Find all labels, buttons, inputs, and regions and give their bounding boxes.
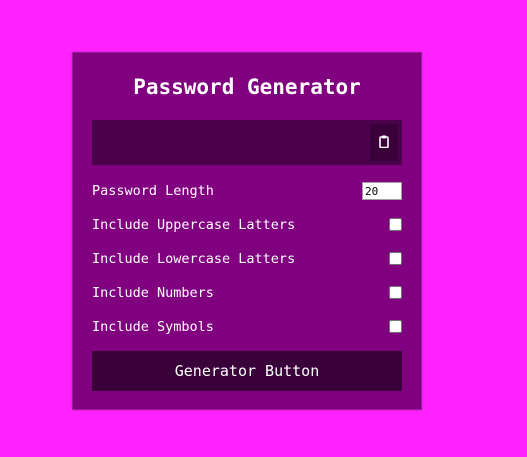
lowercase-checkbox[interactable] — [389, 252, 402, 265]
generate-password-button[interactable]: Generator Button — [92, 351, 402, 391]
password-result-text — [102, 120, 362, 165]
copy-to-clipboard-button[interactable] — [370, 124, 398, 161]
password-length-setting: Password Length — [92, 180, 402, 202]
lowercase-label: Include Lowercase Latters — [92, 251, 296, 267]
symbols-checkbox[interactable] — [389, 320, 402, 333]
numbers-label: Include Numbers — [92, 285, 214, 301]
page-title: Password Generator — [133, 75, 361, 99]
symbols-label: Include Symbols — [92, 319, 214, 335]
uppercase-label: Include Uppercase Latters — [92, 217, 296, 233]
password-length-input[interactable] — [362, 182, 402, 200]
lowercase-setting: Include Lowercase Latters — [92, 248, 402, 270]
password-result-box — [92, 120, 402, 165]
symbols-setting: Include Symbols — [92, 316, 402, 338]
uppercase-setting: Include Uppercase Latters — [92, 214, 402, 236]
clipboard-icon — [379, 133, 389, 152]
uppercase-checkbox[interactable] — [389, 218, 402, 231]
password-length-label: Password Length — [92, 183, 214, 199]
password-generator-card: Password Generator Password Length Inclu… — [72, 52, 422, 410]
numbers-checkbox[interactable] — [389, 286, 402, 299]
numbers-setting: Include Numbers — [92, 282, 402, 304]
